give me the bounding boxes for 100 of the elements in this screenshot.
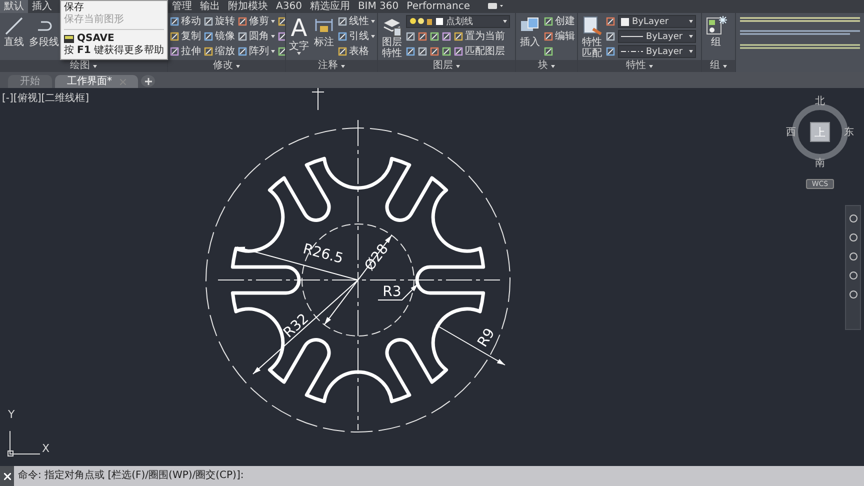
nav-tool-icon[interactable] <box>848 271 858 280</box>
caret-icon <box>551 64 555 68</box>
compass-label: 北 <box>815 96 825 107</box>
ribbon-tool-button[interactable]: 缩放 <box>204 46 235 58</box>
layer-state-icon <box>409 17 443 26</box>
viewport-label[interactable]: [-][俯视][二维线框] <box>2 91 90 105</box>
ribbon-tool-button[interactable]: 插入 <box>518 15 542 48</box>
tool-icon <box>418 47 427 56</box>
polyline-icon <box>36 21 52 31</box>
tool-icon <box>544 17 553 26</box>
ribbon-tool-button[interactable]: 圆角 <box>238 30 275 42</box>
ribbon-tool-button[interactable]: 引线 <box>338 30 375 42</box>
ribbon-tab[interactable]: BIM 360 <box>354 0 403 13</box>
help-hint: 按 F1 键获得更多帮助 <box>64 45 164 57</box>
ribbon-dropdown[interactable]: ByLayer <box>618 45 696 58</box>
ribbon-tool-button[interactable]: 移动 <box>170 16 201 28</box>
dimension-text: R32 <box>280 310 312 342</box>
axis-label: Y <box>8 408 15 421</box>
ribbon-tab[interactable]: 默认 <box>0 0 28 13</box>
tool-icon <box>454 47 463 56</box>
ribbon-tab[interactable]: A360 <box>272 0 306 13</box>
tool-icon <box>278 47 285 56</box>
linetype-icon <box>621 50 643 53</box>
tool-icon <box>204 47 213 56</box>
tool-icon <box>238 17 247 26</box>
menu-command[interactable]: QSAVE <box>77 33 114 45</box>
crosshair-cursor-icon <box>312 88 324 110</box>
ribbon-tool-button[interactable]: 修剪 <box>238 16 275 28</box>
ribbon-tool-button[interactable]: 直线 <box>2 15 26 48</box>
tool-icon <box>430 32 439 41</box>
tool-icon <box>454 32 463 41</box>
ribbon-tool-button[interactable]: 线性 <box>338 16 375 28</box>
ribbon-tab[interactable]: 附加模块 <box>224 0 272 13</box>
ribbon-tool-button[interactable]: 阵列 <box>238 46 275 58</box>
nav-tool-icon[interactable] <box>848 214 858 223</box>
tool-icon <box>204 17 213 26</box>
ribbon-tool-button[interactable]: 匹配图层 <box>454 46 505 58</box>
ribbon-tool-button[interactable]: 标注 <box>312 15 336 48</box>
ribbon-tool-button[interactable]: 表格 <box>338 46 369 58</box>
tool-icon <box>338 32 347 41</box>
panel-title[interactable]: 修改 <box>213 60 233 72</box>
ribbon-tool-button[interactable]: 镜像 <box>204 30 235 42</box>
tool-icon <box>606 32 615 41</box>
tool-icon <box>430 47 439 56</box>
tool-icon <box>442 32 451 41</box>
panel-title[interactable]: 特性 <box>626 60 646 72</box>
ribbon-tool-button[interactable]: 多段线 <box>28 15 60 48</box>
ribbon-dropdown[interactable]: ByLayer <box>618 15 696 28</box>
dimension-text: R3 <box>382 284 402 300</box>
ribbon-tab[interactable]: 精选应用 <box>306 0 354 13</box>
group-icon <box>705 15 727 37</box>
panel-title[interactable]: 块 <box>538 60 548 72</box>
tool-icon <box>544 32 553 41</box>
ribbon-tool-button[interactable]: 特性匹配 <box>580 15 604 59</box>
command-prompt: 命令: 指定对角点或 [栏选(F)/圈围(WP)/圈交(CP)]: <box>17 468 244 483</box>
tool-icon <box>606 47 615 56</box>
file-tab[interactable]: 工作界面* <box>55 75 138 88</box>
ribbon-dropdown[interactable]: 点划线 <box>406 15 510 28</box>
tool-icon <box>338 17 347 26</box>
ribbon-tool-button[interactable]: 图层特性 <box>380 15 404 59</box>
caret-icon <box>297 52 301 55</box>
ribbon-tool-button[interactable]: 编辑 <box>544 30 575 42</box>
panel-title[interactable]: 图层 <box>433 60 453 72</box>
dimension-text: R26.5 <box>301 241 345 268</box>
new-tab-button[interactable] <box>141 75 155 87</box>
ribbon-tool-button[interactable]: 组 <box>704 15 728 48</box>
caret-icon <box>271 35 275 38</box>
ribbon-tool-button[interactable]: 置为当前 <box>454 30 505 42</box>
ribbon-dropdown[interactable]: ByLayer <box>618 30 696 43</box>
menu-item[interactable]: 保存 <box>64 2 164 14</box>
ribbon-tool-button[interactable]: 复制 <box>170 30 201 42</box>
axis-label: X <box>42 442 50 455</box>
tool-icon <box>238 47 247 56</box>
tool-icon <box>170 17 179 26</box>
ribbon-tab[interactable]: 插入 <box>28 0 56 13</box>
nav-tool-icon[interactable] <box>848 252 858 261</box>
ribbon-tab[interactable]: Performance <box>402 0 474 13</box>
ribbon-tab[interactable]: 输出 <box>196 0 224 13</box>
dimension-text: R9 <box>474 326 498 350</box>
dimension-line <box>436 324 506 366</box>
compass-label: 西 <box>786 127 796 138</box>
nav-tool-icon[interactable] <box>848 233 858 242</box>
ribbon-tool-button[interactable]: A 文字 <box>288 15 310 55</box>
tool-icon <box>278 17 285 26</box>
ribbon-tool-button[interactable]: 旋转 <box>204 16 235 28</box>
tool-icon <box>238 32 247 41</box>
plus-icon <box>144 78 152 84</box>
close-button[interactable] <box>0 466 14 486</box>
tool-icon <box>170 47 179 56</box>
nav-tool-icon[interactable] <box>848 290 858 299</box>
camera-icon[interactable] <box>488 2 504 11</box>
line-icon <box>3 15 25 37</box>
ribbon-tab[interactable]: 管理 <box>168 0 196 13</box>
caret-icon <box>341 64 345 68</box>
ribbon-tool-button[interactable]: 创建 <box>544 16 575 28</box>
caret-icon <box>371 20 375 23</box>
ribbon-tool-button[interactable]: 拉伸 <box>170 46 201 58</box>
save-icon <box>64 35 74 43</box>
tool-icon <box>406 47 415 56</box>
panel-title[interactable]: 绘图 <box>70 60 90 72</box>
